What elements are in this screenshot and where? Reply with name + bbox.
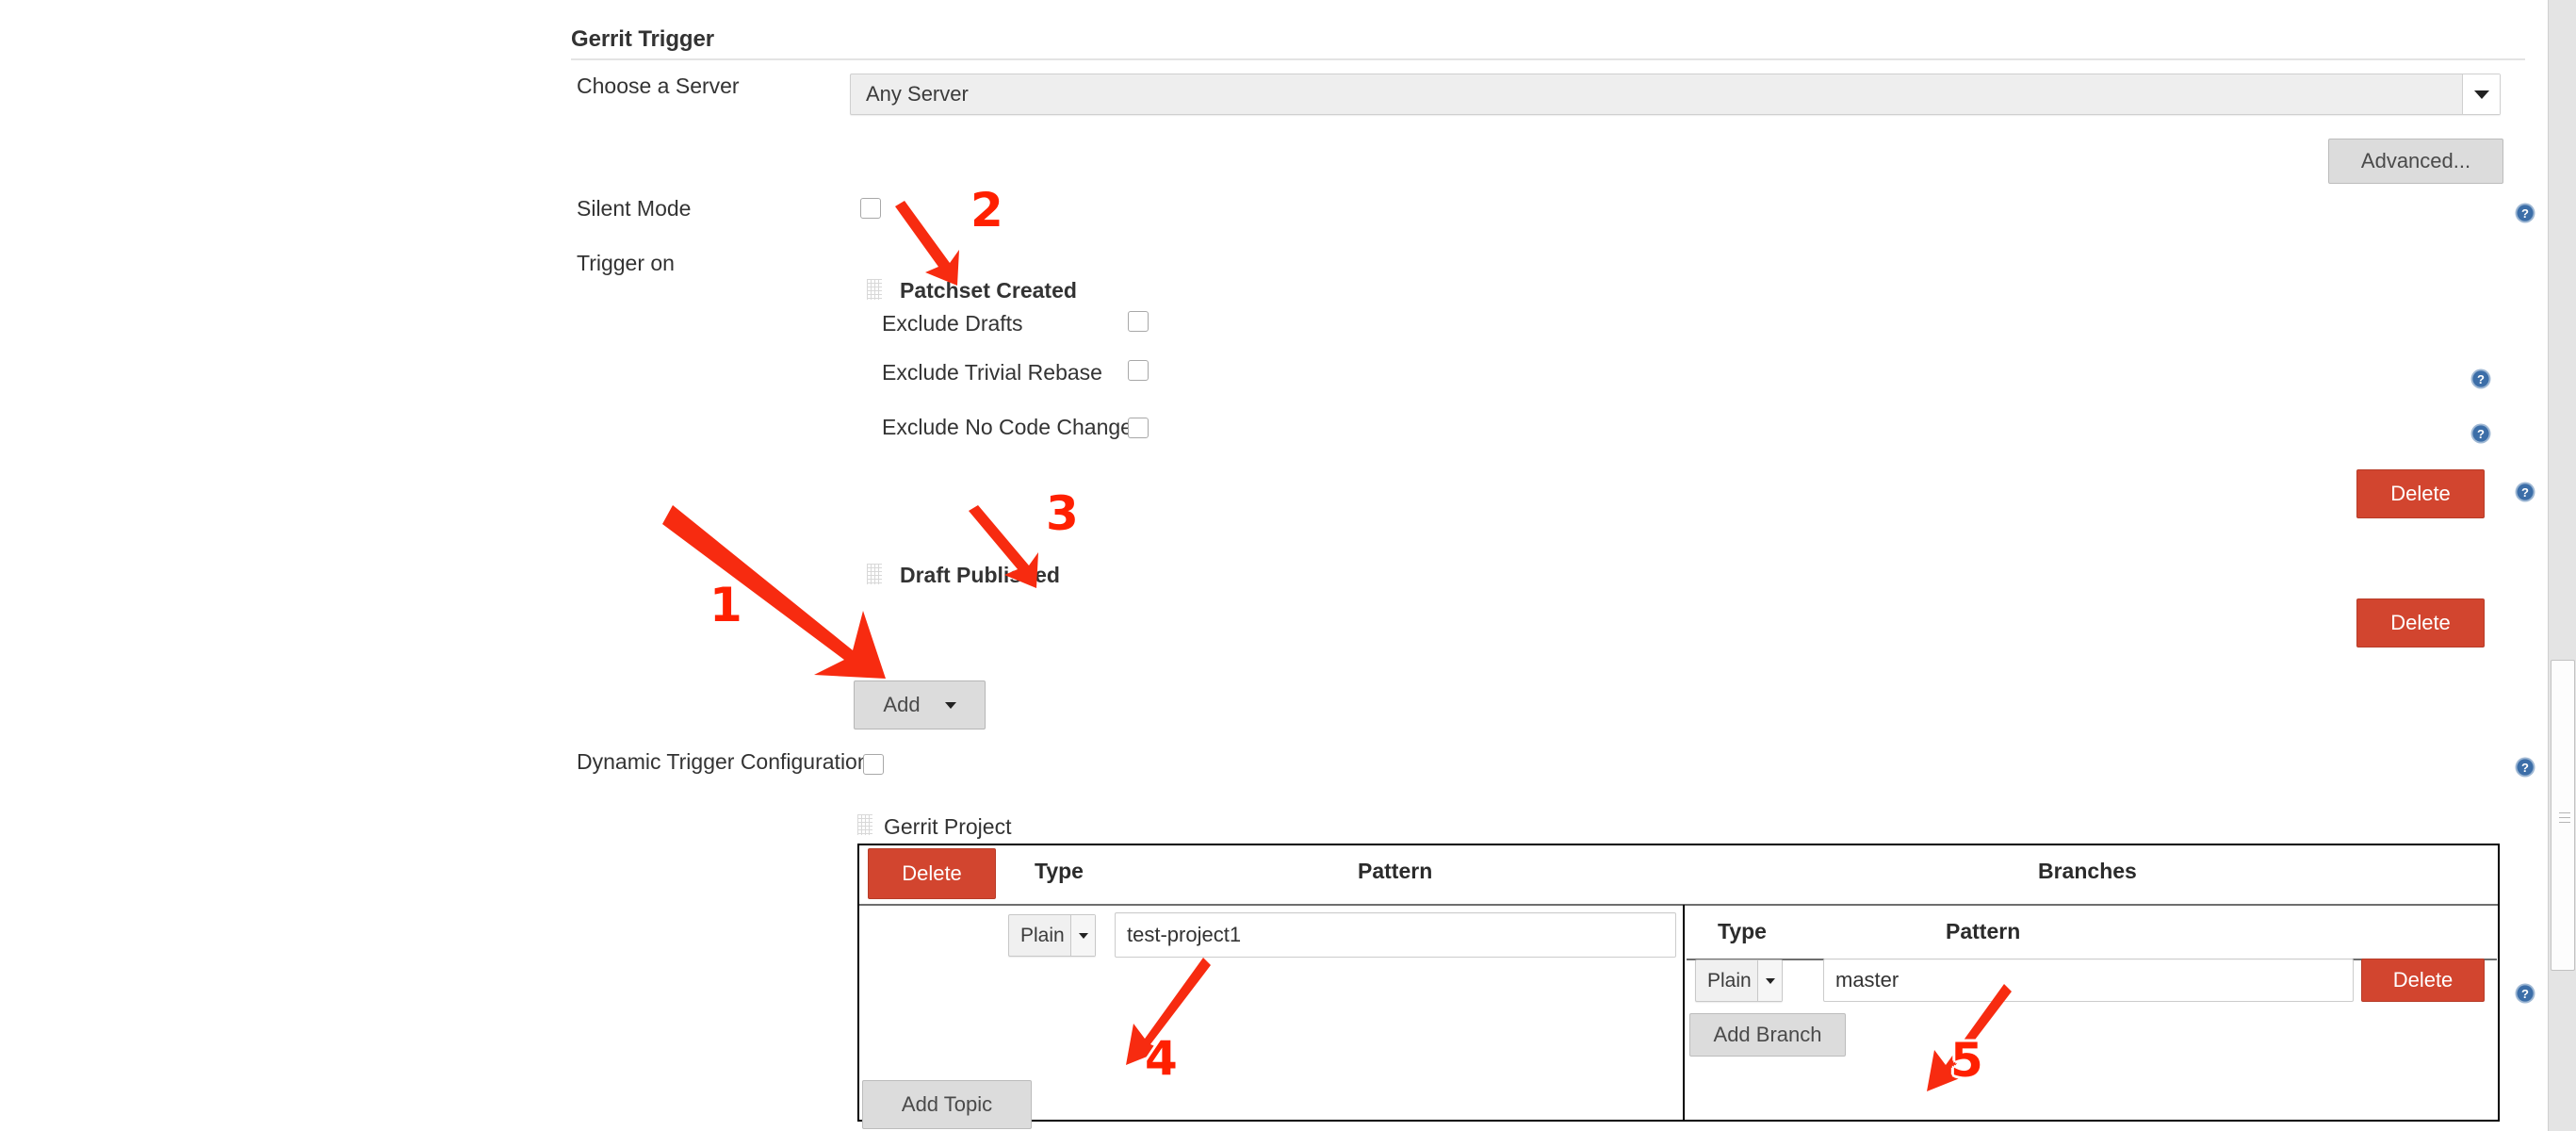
add-trigger-label: Add (883, 693, 921, 716)
annotation-number-1: 1 (709, 578, 742, 632)
annotation-arrow-1 (662, 505, 886, 679)
delete-trigger-button[interactable]: Delete (2356, 598, 2485, 647)
project-pattern-input[interactable]: test-project1 (1115, 912, 1676, 958)
scrollbar-thumb[interactable] (2551, 660, 2575, 971)
section-divider (571, 58, 2525, 60)
help-icon[interactable]: ? (2514, 202, 2536, 224)
branch-type-select[interactable]: Plain (1695, 959, 1783, 1002)
chevron-down-icon (2462, 74, 2500, 114)
help-icon[interactable]: ? (2514, 481, 2536, 503)
delete-project-button[interactable]: Delete (868, 848, 996, 899)
column-header-pattern: Pattern (1358, 859, 1433, 883)
chevron-down-icon (944, 701, 956, 709)
svg-text:?: ? (2521, 761, 2529, 775)
choose-server-value: Any Server (866, 82, 969, 106)
help-icon[interactable]: ? (2514, 756, 2536, 779)
help-icon[interactable]: ? (2470, 368, 2492, 390)
svg-text:?: ? (2521, 206, 2529, 221)
chevron-down-icon (1070, 915, 1095, 956)
advanced-button[interactable]: Advanced... (2328, 139, 2503, 184)
add-trigger-button[interactable]: Add (854, 680, 986, 729)
branch-type-value: Plain (1707, 969, 1752, 992)
choose-server-label: Choose a Server (577, 74, 740, 98)
add-branch-button[interactable]: Add Branch (1689, 1013, 1846, 1057)
silent-mode-checkbox[interactable] (860, 198, 881, 219)
trigger-event-name: Patchset Created (900, 278, 1077, 303)
trigger-event-name: Draft Published (900, 563, 1060, 587)
svg-text:?: ? (2477, 372, 2485, 386)
drag-handle-icon[interactable] (867, 564, 882, 584)
branches-column-divider (1683, 905, 1685, 1122)
project-type-value: Plain (1020, 924, 1065, 946)
exclude-no-code-change-label: Exclude No Code Change (882, 415, 1133, 439)
gerrit-project-handle-label: Gerrit Project (884, 814, 1012, 839)
exclude-no-code-change-checkbox[interactable] (1128, 418, 1149, 438)
delete-branch-button[interactable]: Delete (2361, 959, 2485, 1002)
help-icon[interactable]: ? (2514, 982, 2536, 1005)
drag-handle-icon[interactable] (867, 279, 882, 300)
column-header-type: Type (1035, 859, 1084, 883)
vertical-scrollbar[interactable] (2548, 0, 2576, 1131)
project-type-select[interactable]: Plain (1008, 914, 1096, 957)
svg-text:?: ? (2477, 427, 2485, 441)
exclude-drafts-checkbox[interactable] (1128, 311, 1149, 332)
column-header-branches: Branches (2038, 859, 2137, 883)
annotation-number-2: 2 (970, 183, 1003, 238)
silent-mode-label: Silent Mode (577, 196, 692, 221)
exclude-trivial-rebase-label: Exclude Trivial Rebase (882, 360, 1102, 385)
page-title: Gerrit Trigger (571, 26, 714, 52)
dynamic-trigger-label: Dynamic Trigger Configuration (577, 749, 870, 774)
delete-trigger-button[interactable]: Delete (2356, 469, 2485, 518)
branch-column-header-type: Type (1718, 919, 1767, 943)
annotation-number-3: 3 (1046, 486, 1079, 541)
help-icon[interactable]: ? (2470, 422, 2492, 445)
page-root: Gerrit event Gerrit Trigger Choose a Ser… (0, 0, 2576, 1131)
svg-text:?: ? (2521, 987, 2529, 1001)
add-topic-button[interactable]: Add Topic (862, 1080, 1032, 1129)
drag-handle-icon[interactable] (857, 814, 872, 835)
chevron-down-icon (1757, 960, 1782, 1001)
svg-text:?: ? (2521, 485, 2529, 500)
choose-server-select[interactable]: Any Server (850, 74, 2501, 115)
trigger-on-label: Trigger on (577, 251, 675, 275)
exclude-trivial-rebase-checkbox[interactable] (1128, 360, 1149, 381)
table-header-divider (859, 904, 2498, 906)
branch-pattern-input[interactable]: master (1823, 959, 2354, 1002)
exclude-drafts-label: Exclude Drafts (882, 311, 1023, 336)
dynamic-trigger-checkbox[interactable] (863, 754, 884, 775)
branch-column-header-pattern: Pattern (1946, 919, 2021, 943)
